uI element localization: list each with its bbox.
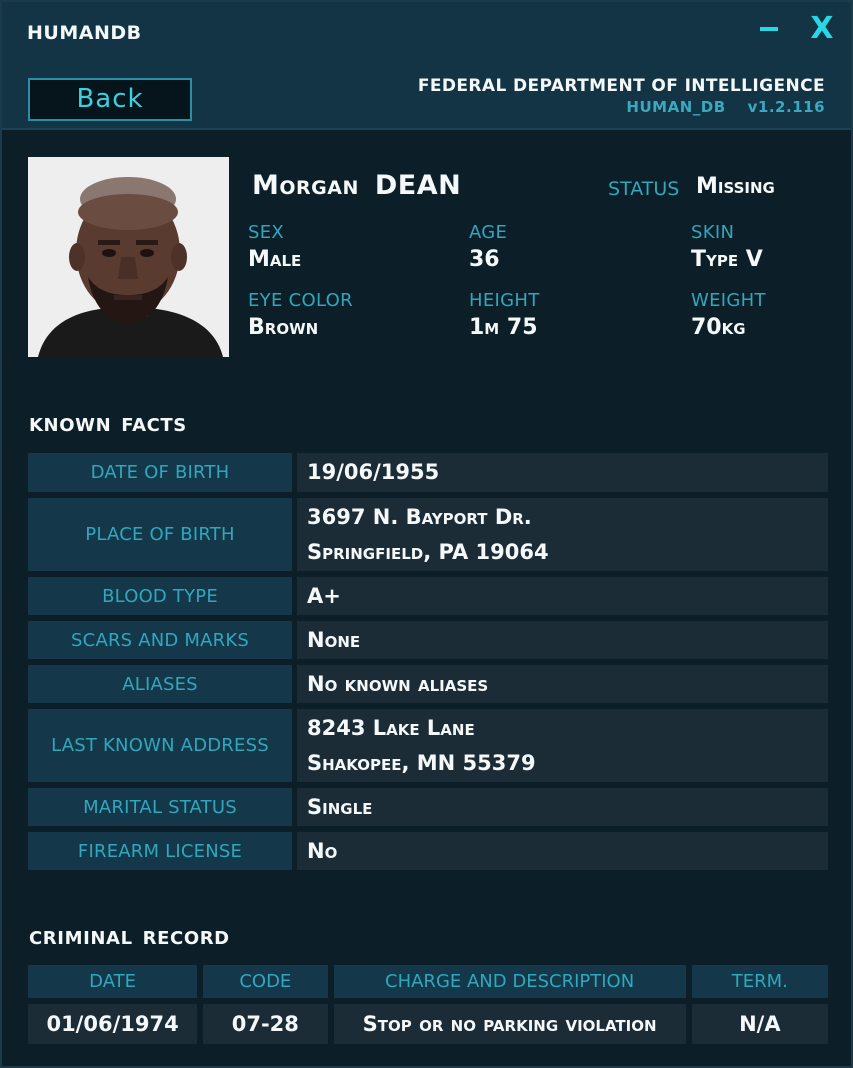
known-facts-table: DATE OF BIRTH 19/06/1955 PLACE OF BIRTH … [28,453,828,876]
attr-sex: SEX Male [248,222,301,272]
fact-row-date-of-birth: DATE OF BIRTH 19/06/1955 [28,453,828,492]
known-facts-title: KNOWN FACTS [29,415,187,436]
humandb-window: HUMANDB X Back FEDERAL DEPARTMENT OF INT… [0,0,853,1068]
portrait-image [28,157,229,357]
fact-row-place-of-birth: PLACE OF BIRTH 3697 N. Bayport Dr. Sprin… [28,498,828,571]
fact-value-line: No known aliases [307,671,489,696]
department-name: FEDERAL DEPARTMENT OF INTELLIGENCE [417,76,825,96]
fact-value-line: 3697 N. Bayport Dr. [307,504,532,529]
minimize-button[interactable] [754,12,784,46]
fact-value-line: 8243 Lake Lane [307,715,475,740]
title-bar: HUMANDB X Back FEDERAL DEPARTMENT OF INT… [2,2,851,130]
fact-value-line: Shakopee, MN 55379 [307,750,536,775]
skin-value: Type V [691,247,763,272]
fact-value: No [297,832,828,870]
criminal-record-row: 01/06/1974 07-28 Stop or no parking viol… [28,1004,828,1044]
fact-value: No known aliases [297,665,828,703]
fact-value: 3697 N. Bayport Dr. Springfield, PA 1906… [297,498,828,571]
fact-value-line: No [307,838,338,863]
fact-label: LAST KNOWN ADDRESS [28,709,292,782]
fact-value-line: 19/06/1955 [307,460,440,484]
first-name: Morgan [252,170,359,201]
profile-photo [28,157,229,357]
weight-value: 70kg [691,315,746,340]
attr-skin: SKIN Type V [691,222,763,272]
back-button[interactable]: Back [28,78,192,121]
fact-row-last-known-address: LAST KNOWN ADDRESS 8243 Lake Lane Shakop… [28,709,828,782]
status-label: STATUS [608,178,680,200]
fact-row-marital-status: MARITAL STATUS Single [28,788,828,826]
record-term: N/A [691,1004,828,1044]
fact-value: None [297,621,828,659]
column-header-date: DATE [28,965,198,998]
fact-label: FIREARM LICENSE [28,832,292,870]
height-label: HEIGHT [469,290,540,311]
sex-label: SEX [248,222,285,243]
fact-value-line: Single [307,794,373,819]
fact-value: Single [297,788,828,826]
fact-row-blood-type: BLOOD TYPE A+ [28,577,828,615]
close-button[interactable]: X [807,12,837,46]
record-date: 01/06/1974 [28,1004,198,1044]
criminal-record-title-word2: RECORD [142,928,230,949]
fact-value-line: None [307,627,361,652]
fact-label: BLOOD TYPE [28,577,292,615]
app-title: HUMANDB [27,22,142,44]
weight-label: WEIGHT [691,290,766,311]
db-name: HUMAN_DB [626,98,726,116]
fact-label: ALIASES [28,665,292,703]
eye-color-value: Brown [248,315,319,340]
fact-value-line: Springfield, PA 19064 [307,539,549,564]
profile-name: Morgan DEAN [252,170,461,201]
sex-value: Male [248,247,302,272]
record-code: 07-28 [203,1004,328,1044]
fact-row-aliases: ALIASES No known aliases [28,665,828,703]
skin-label: SKIN [691,222,735,243]
age-value: 36 [469,247,500,272]
column-header-term: TERM. [691,965,828,998]
known-facts-title-word2: FACTS [121,415,187,436]
fact-value: A+ [297,577,828,615]
attr-age: AGE 36 [469,222,507,272]
attr-weight: WEIGHT 70kg [691,290,766,340]
db-info: HUMAN_DB v1.2.116 [418,98,825,116]
attr-height: HEIGHT 1m 75 [469,290,540,340]
criminal-record-header-row: DATE CODE CHARGE AND DESCRIPTION TERM. [28,965,828,998]
fact-row-firearm-license: FIREARM LICENSE No [28,832,828,870]
height-value: 1m 75 [469,315,538,340]
criminal-record-title-word1: CRIMINAL [29,928,133,949]
fact-value: 8243 Lake Lane Shakopee, MN 55379 [297,709,828,782]
fact-value: 19/06/1955 [297,453,828,492]
eye-color-label: EYE COLOR [248,290,353,311]
fact-value-line: A+ [307,583,341,608]
fact-label: SCARS AND MARKS [28,621,292,659]
fact-label: DATE OF BIRTH [28,453,292,492]
fact-label: MARITAL STATUS [28,788,292,826]
record-charge: Stop or no parking violation [333,1004,686,1044]
column-header-charge: CHARGE AND DESCRIPTION [333,965,686,998]
criminal-record-table: DATE CODE CHARGE AND DESCRIPTION TERM. 0… [28,965,828,1050]
fact-label: PLACE OF BIRTH [28,498,292,571]
criminal-record-title: CRIMINAL RECORD [29,928,230,949]
db-version: v1.2.116 [747,98,825,116]
minimize-icon [760,26,778,31]
fact-row-scars-and-marks: SCARS AND MARKS None [28,621,828,659]
known-facts-title-word1: KNOWN [29,415,112,436]
department-header: FEDERAL DEPARTMENT OF INTELLIGENCE HUMAN… [418,76,825,116]
attr-eye-color: EYE COLOR Brown [248,290,353,340]
column-header-code: CODE [203,965,328,998]
age-label: AGE [469,222,508,243]
last-name: DEAN [374,170,462,201]
status-value: Missing [696,174,775,199]
